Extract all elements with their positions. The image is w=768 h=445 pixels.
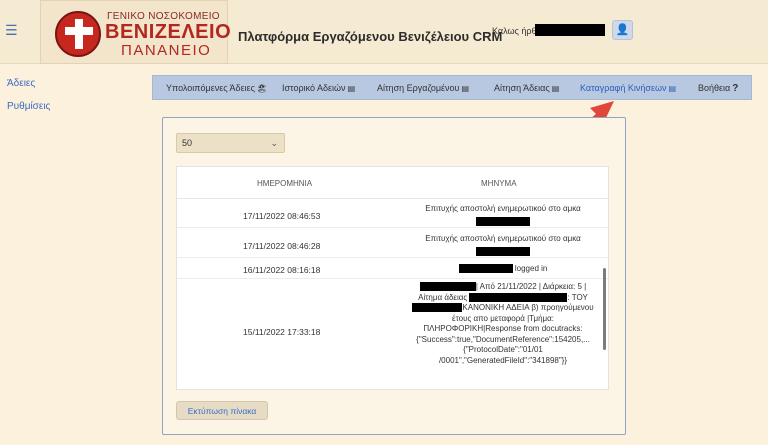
hospital-logo: ΓΕΝΙΚΟ ΝΟΣΟΚΟΜΕΙΟ ΒΕΝΙΖΕΛΕΙΟ ΠΑΝΑΝΕΙΟ: [40, 0, 232, 64]
sidebar-item-settings[interactable]: Ρυθμίσεις: [7, 101, 50, 112]
activity-log-table: ΗΜΕΡΟΜΗΝΙΑ ΜΗΝΥΜΑ 17/11/2022 08:46:53 Επ…: [176, 166, 609, 390]
logo-line2: ΒΕΝΙΖΕΛΕΙΟ: [105, 21, 232, 43]
table-scrollbar[interactable]: [603, 268, 606, 350]
tab-leave-history[interactable]: Ιστορικό Αδειών ▤: [282, 83, 355, 93]
table-row: 17/11/2022 08:46:28 Επιτυχής αποστολή εν…: [177, 228, 608, 259]
table-header: ΗΜΕΡΟΜΗΝΙΑ ΜΗΝΥΜΑ: [177, 167, 608, 199]
user-button[interactable]: 👤: [612, 20, 633, 40]
column-header-date[interactable]: ΗΜΕΡΟΜΗΝΙΑ: [257, 179, 312, 188]
list-icon: ▤: [551, 84, 560, 93]
table-row: 16/11/2022 08:16:18 logged in: [177, 258, 608, 279]
document-icon: ▤: [668, 84, 677, 93]
print-table-button[interactable]: Εκτύπωση πίνακα: [176, 401, 268, 420]
redacted-text: [419, 282, 476, 292]
tab-activity-log[interactable]: Καταγραφή Κινήσεων ▤: [580, 83, 676, 93]
list-icon: ▤: [461, 84, 470, 93]
row-date: 17/11/2022 08:46:53: [243, 211, 321, 221]
redacted-text: [412, 303, 463, 313]
page-size-select[interactable]: 50 ⌄: [176, 133, 285, 153]
redacted-amka: [476, 216, 530, 226]
column-header-message[interactable]: ΜΗΝΥΜΑ: [481, 179, 517, 188]
table-row: 15/11/2022 17:33:18 | Από 21/11/2022 | Δ…: [177, 279, 608, 389]
row-message: Επιτυχής αποστολή ενημερωτικού στο αμκα: [397, 234, 608, 259]
tab-remaining-leaves[interactable]: Υπολοιπόμενες Άδειες 🏖: [166, 83, 267, 93]
app-title: Πλατφόρμα Εργαζόμενου Βενιζέλειου CRM: [238, 29, 503, 44]
hospital-emblem-icon: [55, 11, 101, 57]
logo-line3: ΠΑΝΑΝΕΙΟ: [121, 42, 212, 59]
tab-help[interactable]: Βοήθεια?: [698, 83, 738, 94]
redacted-amka: [476, 246, 530, 256]
redacted-username: [535, 24, 605, 36]
tab-leave-request[interactable]: Αίτηση Άδειας ▤: [494, 83, 559, 93]
question-icon: ?: [732, 83, 739, 94]
chevron-down-icon: ⌄: [270, 138, 278, 148]
redacted-text: [469, 292, 568, 302]
beach-icon: 🏖: [256, 84, 268, 93]
row-date: 15/11/2022 17:33:18: [243, 327, 321, 337]
sidebar-item-leaves[interactable]: Άδειες: [7, 78, 35, 89]
sidebar: Άδειες Ρυθμίσεις: [0, 64, 142, 445]
tab-employee-request[interactable]: Αίτηση Εργαζομένου ▤: [377, 83, 469, 93]
row-message: Επιτυχής αποστολή ενημερωτικού στο αμκα: [397, 204, 608, 229]
row-message: | Από 21/11/2022 | Διάρκεια: 5 | Αίτημα …: [397, 282, 608, 366]
hamburger-menu-icon[interactable]: ☰: [5, 22, 18, 39]
row-date: 16/11/2022 08:16:18: [243, 265, 321, 275]
table-row: 17/11/2022 08:46:53 Επιτυχής αποστολή εν…: [177, 199, 608, 229]
header: ☰ ΓΕΝΙΚΟ ΝΟΣΟΚΟΜΕΙΟ ΒΕΝΙΖΕΛΕΙΟ ΠΑΝΑΝΕΙΟ …: [0, 0, 768, 64]
tab-bar: Υπολοιπόμενες Άδειες 🏖 Ιστορικό Αδειών ▤ Α…: [152, 75, 752, 100]
redacted-username: [458, 264, 513, 274]
row-date: 17/11/2022 08:46:28: [243, 241, 321, 251]
row-message: logged in: [397, 264, 608, 275]
user-icon: 👤: [615, 24, 630, 36]
calendar-icon: ▤: [347, 84, 356, 93]
